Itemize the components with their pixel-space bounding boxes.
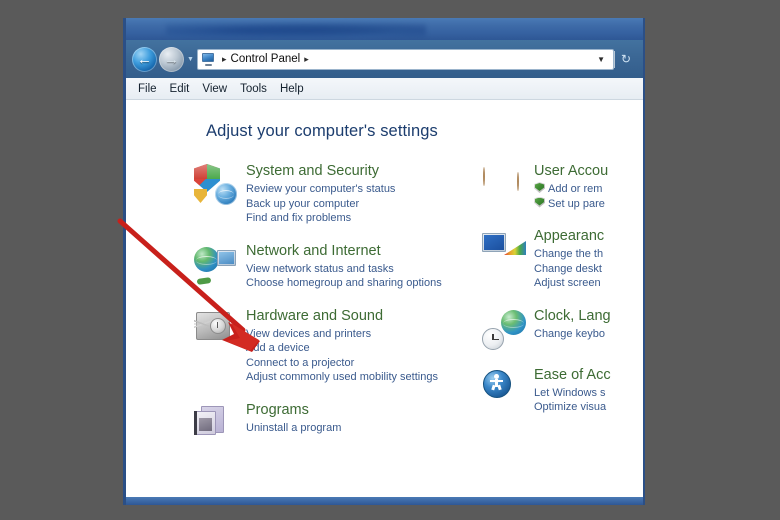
control-panel-content: Adjust your computer's settings System a… (126, 100, 643, 505)
uac-shield-icon (534, 196, 545, 208)
menu-item-view[interactable]: View (198, 82, 236, 96)
control-panel-icon (201, 52, 216, 66)
category-title-clock-language[interactable]: Clock, Lang (534, 308, 643, 325)
menu-item-file[interactable]: File (134, 82, 166, 96)
category-hardware-and-sound: Hardware and Sound View devices and prin… (194, 308, 482, 385)
title-bar[interactable] (126, 18, 643, 40)
category-title-programs[interactable]: Programs (246, 402, 482, 419)
recent-pages-button[interactable]: ▼ (185, 47, 196, 72)
category-title-appearance[interactable]: Appearanc (534, 228, 643, 245)
right-column: User Accou Add or rem Set up pare Appear… (482, 163, 643, 461)
programs-icon (194, 402, 238, 444)
link-adjust-commonly-used-mobility-settings[interactable]: Adjust commonly used mobility settings (246, 370, 482, 385)
refresh-icon: ↻ (620, 52, 632, 66)
left-column: System and Security Review your computer… (194, 163, 482, 461)
link-set-up-parental-controls[interactable]: Set up pare (534, 196, 643, 212)
category-title-system-and-security[interactable]: System and Security (246, 163, 482, 180)
breadcrumb-separator-0[interactable]: ▸ (222, 54, 227, 65)
breadcrumb-control-panel[interactable]: Control Panel (231, 53, 301, 65)
link-view-devices-and-printers[interactable]: View devices and printers (246, 327, 482, 342)
category-title-user-accounts[interactable]: User Accou (534, 163, 643, 180)
menu-item-tools[interactable]: Tools (236, 82, 276, 96)
refresh-button[interactable]: ↻ (615, 49, 637, 70)
network-globe-icon (194, 243, 238, 285)
link-find-and-fix-problems[interactable]: Find and fix problems (246, 211, 482, 226)
category-columns: System and Security Review your computer… (126, 163, 643, 461)
link-uninstall-a-program[interactable]: Uninstall a program (246, 421, 482, 436)
category-ease-of-access: Ease of Acc Let Windows s Optimize visua (482, 367, 643, 415)
page-title: Adjust your computer's settings (206, 122, 438, 140)
link-change-desktop-background[interactable]: Change deskt (534, 262, 643, 277)
shield-globe-icon (194, 163, 238, 205)
chevron-down-icon: ▼ (187, 55, 194, 63)
link-choose-homegroup-and-sharing-options[interactable]: Choose homegroup and sharing options (246, 276, 482, 291)
link-optimize-visual-display[interactable]: Optimize visua (534, 400, 643, 415)
category-system-and-security: System and Security Review your computer… (194, 163, 482, 226)
link-view-network-status-and-tasks[interactable]: View network status and tasks (246, 262, 482, 277)
back-arrow-icon: ← (137, 50, 152, 68)
back-button[interactable]: ← (132, 46, 157, 72)
address-bar: ← → ▼ ▸ Control Panel ▸ ▼ ↻ (126, 40, 643, 78)
category-user-accounts: User Accou Add or rem Set up pare (482, 163, 643, 212)
user-accounts-icon (482, 163, 526, 205)
forward-arrow-icon: → (164, 50, 179, 68)
uac-shield-icon (534, 182, 545, 193)
forward-button[interactable]: → (159, 46, 184, 72)
category-title-hardware-and-sound[interactable]: Hardware and Sound (246, 308, 482, 325)
category-programs: Programs Uninstall a program (194, 402, 482, 444)
address-dropdown-icon[interactable]: ▼ (595, 55, 611, 64)
category-network-and-internet: Network and Internet View network status… (194, 243, 482, 291)
appearance-icon (482, 228, 526, 270)
link-review-your-computers-status[interactable]: Review your computer's status (246, 182, 482, 197)
menu-item-edit[interactable]: Edit (166, 82, 199, 96)
address-field[interactable]: ▸ Control Panel ▸ ▼ (197, 48, 614, 70)
category-title-ease-of-access[interactable]: Ease of Acc (534, 367, 643, 384)
menu-bar: File Edit View Tools Help (126, 78, 643, 100)
category-clock-language: Clock, Lang Change keybo (482, 308, 643, 350)
menu-item-help[interactable]: Help (276, 82, 313, 96)
title-bar-blur (166, 20, 426, 38)
control-panel-window: ← → ▼ ▸ Control Panel ▸ ▼ ↻ File Edit Vi… (123, 18, 645, 505)
link-add-or-remove-user-accounts[interactable]: Add or rem (534, 182, 643, 197)
link-change-the-theme[interactable]: Change the th (534, 247, 643, 262)
clock-language-icon (482, 308, 526, 350)
link-back-up-your-computer[interactable]: Back up your computer (246, 197, 482, 212)
window-bottom-border (126, 497, 643, 505)
link-adjust-screen-resolution[interactable]: Adjust screen (534, 276, 643, 291)
category-appearance: Appearanc Change the th Change deskt Adj… (482, 228, 643, 291)
link-change-keyboards[interactable]: Change keybo (534, 327, 643, 342)
link-add-a-device[interactable]: Add a device (246, 341, 482, 356)
link-set-up-parental-label: Set up pare (548, 197, 605, 210)
link-connect-to-a-projector[interactable]: Connect to a projector (246, 356, 482, 371)
link-let-windows-suggest-settings[interactable]: Let Windows s (534, 386, 643, 401)
ease-of-access-icon (482, 367, 526, 409)
breadcrumb-separator-1[interactable]: ▸ (304, 54, 309, 65)
category-title-network-and-internet[interactable]: Network and Internet (246, 243, 482, 260)
link-add-or-remove-label: Add or rem (548, 183, 603, 195)
hardware-sound-icon (194, 308, 238, 350)
